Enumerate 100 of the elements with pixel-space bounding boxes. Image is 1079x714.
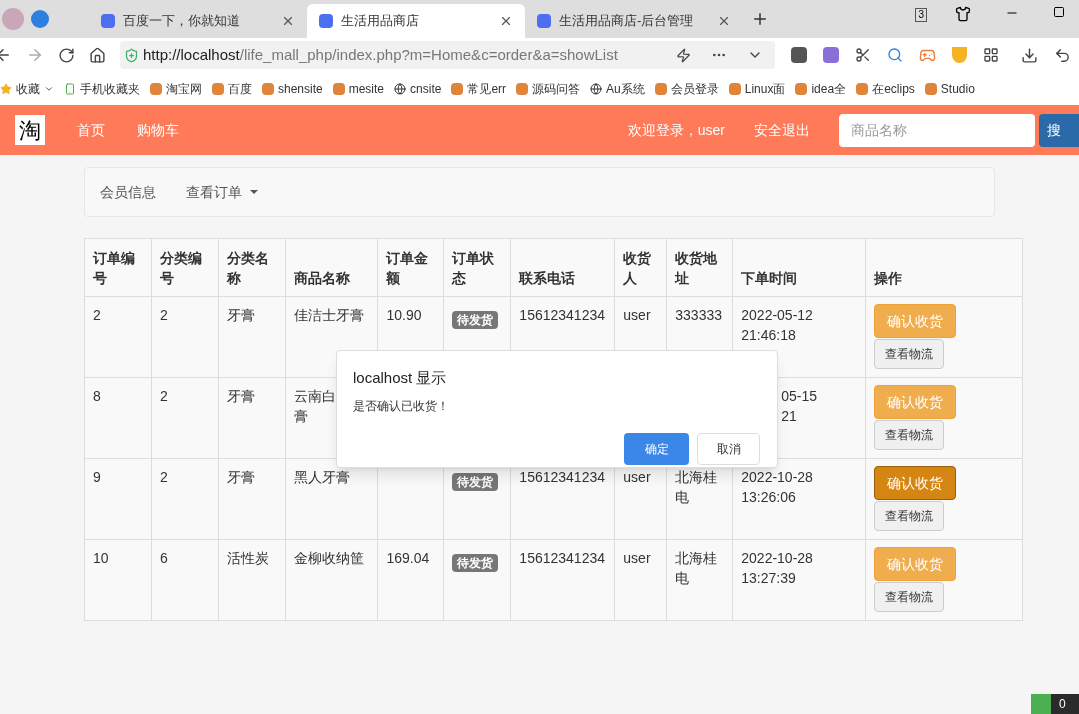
cell-text: 2: [159, 468, 169, 487]
close-icon[interactable]: [499, 14, 513, 28]
bookmark-item[interactable]: idea全: [795, 79, 847, 98]
corner-widget[interactable]: 0: [1031, 694, 1079, 714]
logistics-button[interactable]: 查看物流: [874, 501, 945, 531]
tab-count[interactable]: 3: [915, 8, 927, 22]
favicon-icon: [332, 82, 345, 95]
bookmark-item[interactable]: 在eclips: [856, 79, 915, 98]
caret-icon: [250, 190, 258, 194]
reload-icon[interactable]: [58, 46, 75, 64]
close-icon[interactable]: [717, 14, 731, 28]
column-header: 分类名称: [226, 250, 269, 286]
favicon-icon: [212, 82, 224, 95]
cell-text: 北海桂: [675, 549, 719, 568]
bookmark-item[interactable]: cnsite: [394, 79, 442, 98]
close-icon[interactable]: [281, 14, 295, 28]
bookmark-item[interactable]: 源码问答: [516, 79, 581, 98]
column-header: 操作: [874, 270, 903, 286]
bookmark-item[interactable]: Au系统: [590, 79, 645, 98]
favicon-icon: [150, 82, 162, 95]
bookmark-item[interactable]: shensite: [262, 79, 323, 98]
bookmark-item[interactable]: Linux面: [728, 79, 786, 98]
cell-text: 15612341234: [519, 468, 606, 487]
favicon-icon: [924, 82, 937, 95]
maximize-icon[interactable]: [1053, 6, 1065, 18]
logistics-button[interactable]: 查看物流: [874, 582, 945, 612]
bookmark-item[interactable]: 常见err: [451, 79, 507, 98]
cell-text: 8: [93, 387, 102, 406]
cell-text: 21:46:18: [741, 326, 797, 345]
url-text: http://localhost/life_mall_php/index.php?m=Home&c=order&a=showList: [143, 44, 618, 65]
ok-button[interactable]: 确定: [624, 432, 689, 465]
bookmark-item[interactable]: 会员登录: [654, 79, 719, 98]
cell-text: 9: [93, 468, 102, 487]
search-icon[interactable]: [887, 47, 903, 63]
cell-text: 13:27:39: [741, 569, 797, 588]
column-header: 订单金额: [386, 250, 429, 286]
address-bar[interactable]: http://localhost/life_mall_php/index.php?m=Home&c=order&a=showList: [120, 41, 775, 69]
favicon-icon: [319, 14, 333, 28]
orders-dropdown[interactable]: 查看订单: [186, 181, 258, 203]
bookmark-item[interactable]: 淘宝网: [150, 79, 202, 98]
browser-tab[interactable]: 生活用品商店-后台管理: [525, 4, 743, 38]
cell-text: 2022-10-28: [741, 468, 814, 487]
cell-text: 15612341234: [519, 549, 606, 568]
favicon-icon: [795, 82, 808, 95]
cell-text: 05-15: [781, 387, 819, 406]
dialog-message: 是否确认已收货！: [353, 397, 450, 415]
cell-text: 牙膏: [226, 468, 256, 487]
column-header: 商品名称: [293, 270, 350, 286]
search-button[interactable]: 搜: [1039, 113, 1079, 147]
bookmark-item[interactable]: Studio: [924, 79, 975, 98]
new-tab-icon[interactable]: [751, 10, 769, 28]
status-badge: 待发货: [452, 311, 499, 329]
globe-icon: [590, 82, 603, 95]
logistics-button[interactable]: 查看物流: [874, 420, 945, 450]
favicon-icon: [451, 82, 464, 95]
bookmark-item[interactable]: 收藏: [0, 79, 54, 98]
cell-text: 169.04: [386, 549, 431, 568]
scissors-icon[interactable]: [855, 47, 871, 63]
download-icon[interactable]: [1021, 46, 1038, 64]
cell-text: 2: [159, 387, 169, 406]
browser-tab[interactable]: 生活用品商店: [307, 4, 525, 38]
cell-text: user: [623, 549, 652, 568]
home-icon[interactable]: [89, 46, 106, 64]
cell-text: 6: [159, 549, 169, 568]
cell-text: 2022-05-12: [741, 306, 814, 325]
cell-text: 2: [93, 306, 102, 325]
browser-tab[interactable]: 百度一下，你就知道: [89, 4, 307, 38]
search-field[interactable]: 商品名称: [839, 113, 1035, 147]
bookmark-item[interactable]: 百度: [212, 79, 252, 98]
favicon-icon: [654, 82, 667, 95]
cell-text: 牙膏: [226, 387, 256, 406]
bookmark-item[interactable]: 手机收藏夹: [64, 79, 140, 98]
cell-text: user: [623, 306, 652, 325]
cancel-button[interactable]: 取消: [697, 432, 760, 465]
cell-text: user: [623, 468, 652, 487]
favicon-icon: [101, 14, 115, 28]
cell-text: 黑人牙膏: [293, 468, 351, 487]
undo-icon[interactable]: [1054, 46, 1071, 64]
cell-text: 2022-10-28: [741, 549, 814, 568]
status-badge: 待发货: [452, 554, 499, 572]
column-header: 联系电话: [519, 270, 576, 286]
column-header: 收货人: [623, 250, 652, 286]
secure-icon: [124, 47, 139, 63]
member-info-link[interactable]: 会员信息: [100, 181, 156, 203]
cell-text: 2: [159, 306, 169, 325]
column-header: 下单时间: [741, 270, 798, 286]
apps-icon[interactable]: [983, 47, 999, 63]
cell-text: 21: [781, 407, 798, 426]
skin-icon[interactable]: [955, 6, 971, 22]
column-header: 订单状态: [452, 250, 495, 286]
cell-text: 13:26:06: [741, 488, 797, 507]
favicon-icon: [516, 82, 529, 95]
logistics-button[interactable]: 查看物流: [874, 339, 945, 369]
lightning-icon[interactable]: [676, 47, 691, 63]
cell-text: 电: [675, 488, 691, 507]
favicon-icon: [537, 14, 551, 28]
cell-text: 佳洁士牙膏: [293, 306, 365, 325]
logo[interactable]: 淘: [15, 115, 45, 145]
column-header: 收货地址: [675, 250, 718, 286]
bookmark-item[interactable]: mesite: [332, 79, 385, 98]
